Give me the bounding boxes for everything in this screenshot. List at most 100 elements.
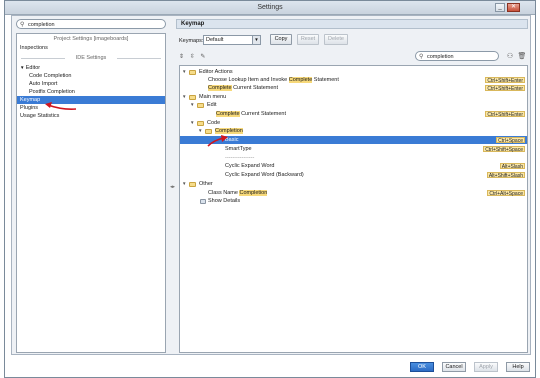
edit-icon[interactable]: ✎ [200, 54, 205, 60]
action-row[interactable]: Cyclic Expand Word Alt+Slash [180, 162, 527, 170]
cancel-button[interactable]: Cancel [442, 362, 466, 372]
collapse-icon[interactable]: ▼ [182, 180, 186, 188]
separator-row: ---------------- [180, 154, 527, 162]
shortcut-badge: Ctrl+Shift+Space [483, 146, 525, 153]
close-button[interactable]: ✕ [507, 3, 520, 12]
settings-dialog: ⚲ completion Project Settings [imageboar… [11, 15, 531, 355]
minimize-button[interactable]: _ [495, 3, 505, 12]
help-button[interactable]: Help [506, 362, 530, 372]
shortcut-badge: Ctrl+Shift+Enter [485, 77, 525, 84]
folder-icon [197, 120, 204, 126]
shortcut-badge: Ctrl+Space [496, 137, 525, 144]
section-project-label: Project Settings [imageboards] [53, 36, 129, 42]
action-row-basic[interactable]: Basic Ctrl+Space [180, 136, 527, 144]
keymap-dropdown[interactable]: Default ▼ [203, 35, 261, 45]
row-label: ---------------- [225, 155, 255, 161]
red-arrow-annotation [207, 135, 228, 147]
tree-node-main-menu[interactable]: ▼ Main menu [180, 93, 527, 101]
collapse-icon[interactable]: ▼ [190, 119, 194, 127]
tree-node-completion[interactable]: ▼ Completion [180, 127, 527, 135]
action-row[interactable]: Choose Lookup Item and Invoke Complete S… [180, 76, 527, 84]
keymaps-label: Keymaps: [179, 38, 204, 44]
settings-sidebar: ⚲ completion Project Settings [imageboar… [16, 19, 166, 354]
collapse-icon[interactable]: ▼ [182, 93, 186, 101]
row-label: Cyclic Expand Word (Backward) [225, 172, 304, 178]
keymap-panel: Keymap Keymaps: Default ▼ Copy Reset Del… [176, 19, 528, 354]
tree-item-auto-import[interactable]: Auto Import [29, 80, 57, 88]
section-ide-label: IDE Settings [75, 55, 107, 61]
tree-item-keymap[interactable]: Keymap [17, 96, 165, 104]
settings-search-input[interactable]: ⚲ completion [16, 19, 166, 29]
action-row[interactable]: Show Details [180, 197, 527, 205]
row-label: Choose Lookup Item and Invoke Complete S… [208, 77, 339, 83]
search-icon: ⚲ [20, 22, 25, 28]
folder-icon [197, 102, 204, 108]
keymap-search-value: completion [427, 53, 454, 60]
folder-icon [189, 69, 196, 75]
shortcut-badge: Ctrl+Shift+Enter [485, 111, 525, 118]
tree-item-usage-statistics[interactable]: Usage Statistics [20, 112, 59, 120]
shortcut-badge: Ctrl+Alt+Space [487, 190, 525, 197]
folder-icon [189, 181, 196, 187]
collapse-icon[interactable]: ▼ [190, 101, 194, 109]
folder-icon [205, 128, 212, 134]
section-project-settings: Project Settings [imageboards] [17, 36, 165, 42]
row-label: Editor Actions [199, 69, 233, 75]
action-row[interactable]: Complete Current Statement Ctrl+Shift+En… [180, 84, 527, 92]
tree-node-edit[interactable]: ▼ Edit [180, 101, 527, 109]
row-label: Other [199, 181, 213, 187]
settings-window: Settings _ ✕ ⚲ completion Project Settin… [4, 0, 536, 378]
expand-all-icon[interactable]: ⇕ [179, 54, 184, 60]
collapse-icon[interactable]: ▼ [182, 68, 186, 76]
clear-filter-icon[interactable]: 🗑 [517, 52, 527, 62]
divider [21, 58, 65, 59]
row-label: Class Name Completion [208, 190, 268, 196]
reset-button[interactable]: Reset [297, 34, 319, 45]
delete-button[interactable]: Delete [324, 34, 348, 45]
red-arrow-annotation [45, 102, 77, 110]
row-label: Code [207, 120, 221, 126]
shortcut-badge: Ctrl+Shift+Enter [485, 85, 525, 92]
tree-item-plugins[interactable]: Plugins [20, 104, 38, 112]
tree-item-postfix-completion[interactable]: Postfix Completion [29, 88, 75, 96]
row-label: Edit [207, 102, 217, 108]
shortcut-badge: Alt+Slash [499, 163, 525, 170]
folder-icon [189, 94, 196, 100]
collapse-all-icon[interactable]: ⇳ [190, 54, 195, 60]
tree-item-editor[interactable]: ▼ Editor [20, 64, 40, 72]
action-row[interactable]: Cyclic Expand Word (Backward) Alt+Shift+… [180, 171, 527, 179]
tree-item-code-completion[interactable]: Code Completion [29, 72, 72, 80]
search-icon: ⚲ [419, 54, 424, 60]
row-label: Complete Current Statement [216, 111, 287, 117]
panel-title: Keymap [176, 19, 528, 29]
apply-button[interactable]: Apply [474, 362, 498, 372]
splitter-grip-icon[interactable]: ◂▸ [170, 184, 175, 192]
actions-tree: ▼ Editor Actions Choose Lookup Item and … [179, 65, 528, 353]
ok-button[interactable]: OK [410, 362, 434, 372]
row-label: Main menu [199, 94, 227, 100]
action-row[interactable]: Complete Current Statement Ctrl+Shift+En… [180, 110, 527, 118]
tree-toolbar: ⇕ ⇳ ✎ [179, 53, 205, 62]
details-icon [200, 198, 206, 204]
row-label: Show Details [208, 198, 241, 204]
find-shortcut-icon[interactable]: ⚇ [505, 52, 515, 62]
tree-item-inspections[interactable]: Inspections [20, 44, 48, 52]
section-ide-settings: IDE Settings [17, 55, 165, 61]
collapse-icon[interactable]: ▼ [198, 127, 202, 135]
action-row[interactable]: SmartType Ctrl+Shift+Space [180, 145, 527, 153]
tree-node-other[interactable]: ▼ Other [180, 180, 527, 188]
settings-search-value: completion [28, 21, 55, 28]
tree-node-editor-actions[interactable]: ▼ Editor Actions [180, 68, 527, 76]
title-bar: Settings _ ✕ [5, 1, 535, 15]
action-row[interactable]: Class Name Completion Ctrl+Alt+Space [180, 189, 527, 197]
copy-button[interactable]: Copy [270, 34, 292, 45]
pane-splitter[interactable]: ◂▸ [169, 19, 175, 354]
row-label: Complete Current Statement [208, 85, 279, 91]
tree-node-code[interactable]: ▼ Code [180, 119, 527, 127]
chevron-down-icon: ▼ [252, 36, 260, 44]
shortcut-badge: Alt+Shift+Slash [486, 172, 525, 179]
row-label: Cyclic Expand Word [225, 163, 275, 169]
keymap-search-input[interactable]: ⚲ completion [415, 51, 499, 61]
keymap-dropdown-value: Default [206, 37, 224, 43]
divider [117, 58, 161, 59]
